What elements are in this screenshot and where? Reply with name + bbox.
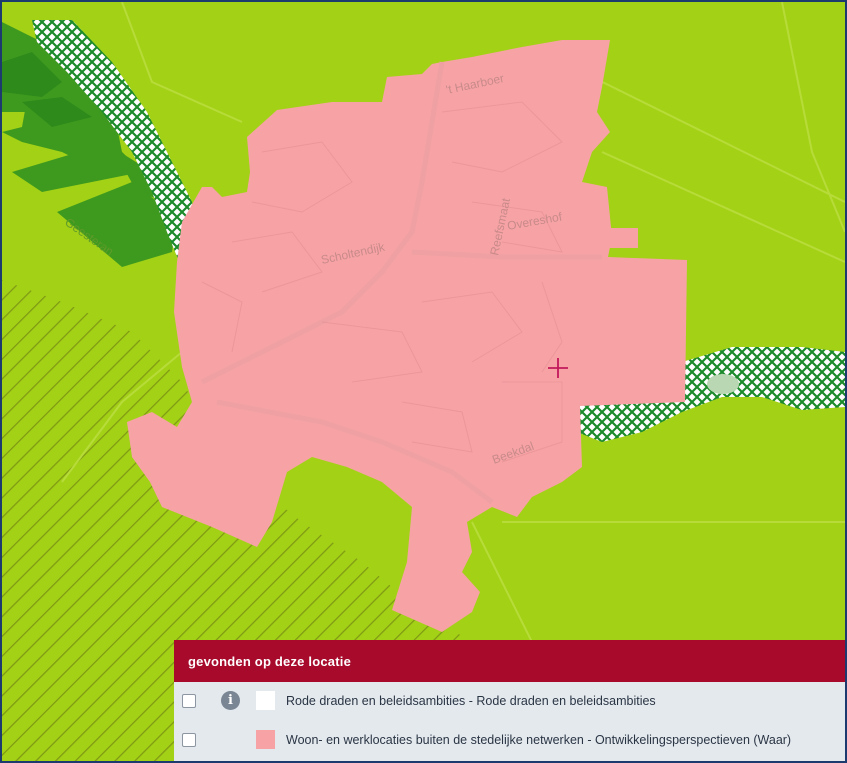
info-icon[interactable]: i [221,691,240,710]
results-panel: gevonden op deze locatie i Rode draden e… [174,640,845,761]
map-frame: 't Haarboer Scholtendijk Reefsmaat Overe… [0,0,847,763]
woon-werk-parcel[interactable] [608,228,638,248]
result-label: Woon- en werklocaties buiten de stedelij… [286,733,792,747]
result-label: Rode draden en beleidsambities - Rode dr… [286,694,656,708]
pond [707,374,739,394]
result-checkbox[interactable] [182,694,196,708]
result-row: i Rode draden en beleidsambities - Rode … [174,682,845,721]
result-row: Woon- en werklocaties buiten de stedelij… [174,721,845,760]
results-panel-header: gevonden op deze locatie [174,640,845,682]
hatched-zone-bottom [2,642,174,761]
legend-swatch [256,730,275,749]
legend-swatch [256,691,275,710]
result-checkbox[interactable] [182,733,196,747]
